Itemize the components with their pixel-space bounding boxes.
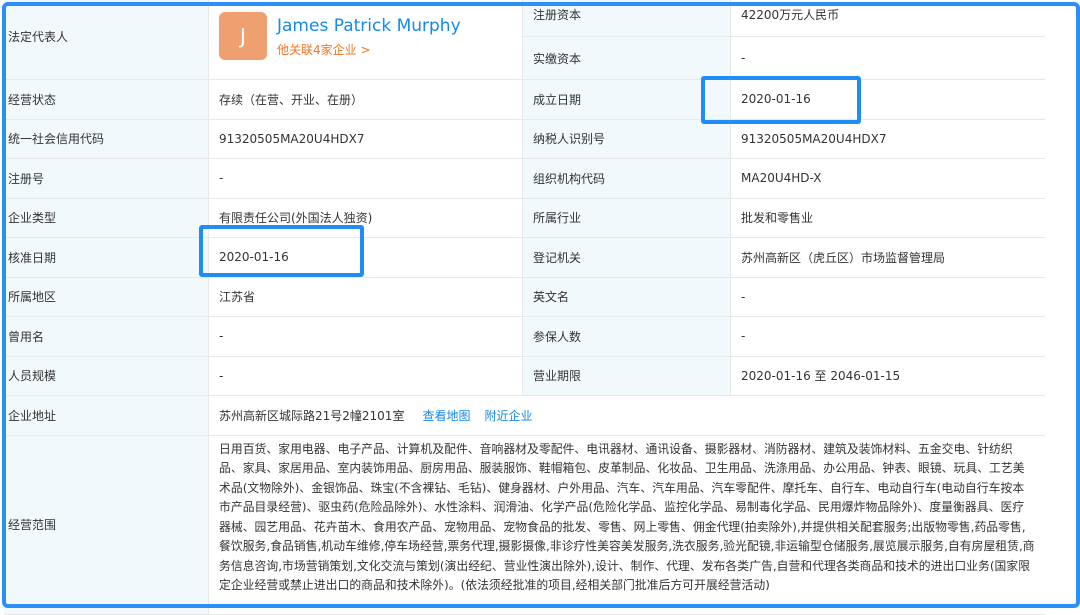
table-row: 所属地区 江苏省 英文名 - (4, 277, 1045, 317)
row-value: 91320505MA20U4HDX7 (731, 119, 1045, 158)
row-label: 登记机关 (523, 238, 731, 277)
row-value: 江苏省 (209, 277, 523, 316)
row-label: 曾用名 (4, 317, 209, 356)
paid-capital-value: - (731, 36, 1045, 79)
row-label: 成立日期 (523, 80, 731, 119)
company-info-table: 法定代表人 J James Patrick Murphy 他关联4家企业 > 注… (4, 0, 1045, 615)
row-value: 91320505MA20U4HDX7 (209, 119, 523, 158)
capital-values: 42200万元人民币 - (731, 0, 1045, 79)
approval-date-value: 2020-01-16 (209, 238, 523, 277)
scope-value: 日用百货、家用电器、电子产品、计算机及配件、音响器材及零配件、电讯器材、通讯设备… (209, 435, 1045, 614)
row-label: 营业期限 (523, 356, 731, 395)
address-cell: 苏州高新区城际路21号2幢2101室 查看地图 附近企业 (209, 396, 1045, 435)
legal-rep-name-link[interactable]: James Patrick Murphy (277, 15, 461, 37)
legal-rep-label: 法定代表人 (4, 0, 209, 79)
address-label: 企业地址 (4, 396, 209, 435)
address-row: 企业地址 苏州高新区城际路21号2幢2101室 查看地图 附近企业 (4, 396, 1045, 436)
row-value: 批发和零售业 (731, 198, 1045, 237)
row-label: 注册号 (4, 159, 209, 198)
reg-capital-label: 注册资本 (533, 8, 582, 22)
row-label: 英文名 (523, 277, 731, 316)
row-label: 统一社会信用代码 (4, 119, 209, 158)
row-value: - (209, 317, 523, 356)
row-label: 核准日期 (4, 238, 209, 277)
row-value: - (731, 277, 1045, 316)
row-value: 2020-01-16 至 2046-01-15 (731, 356, 1045, 395)
related-companies-link[interactable]: 他关联4家企业 > (277, 41, 461, 58)
table-row: 注册号 - 组织机构代码 MA20U4HD-X (4, 159, 1045, 199)
paid-capital-label: 实缴资本 (523, 36, 730, 79)
nearby-companies-link[interactable]: 附近企业 (484, 407, 532, 424)
row-label: 组织机构代码 (523, 159, 731, 198)
row-value: - (731, 317, 1045, 356)
table-row: 统一社会信用代码 91320505MA20U4HDX7 纳税人识别号 91320… (4, 119, 1045, 159)
view-map-link[interactable]: 查看地图 (422, 407, 470, 424)
avatar: J (219, 12, 267, 60)
table-row: 企业类型 有限责任公司(外国法人独资) 所属行业 批发和零售业 (4, 198, 1045, 238)
establish-date-value: 2020-01-16 (731, 80, 1045, 119)
row-label: 企业类型 (4, 198, 209, 237)
row-label: 人员规模 (4, 356, 209, 395)
row-label: 经营状态 (4, 80, 209, 119)
row-value: - (209, 159, 523, 198)
table-row: 人员规模 - 营业期限 2020-01-16 至 2046-01-15 (4, 356, 1045, 396)
legal-rep-cell: J James Patrick Murphy 他关联4家企业 > (209, 0, 523, 79)
table-row: 核准日期 2020-01-16 登记机关 苏州高新区（虎丘区）市场监督管理局 (4, 238, 1045, 278)
scope-label: 经营范围 (4, 435, 209, 614)
scope-row: 经营范围 日用百货、家用电器、电子产品、计算机及配件、音响器材及零配件、电讯器材… (4, 435, 1045, 615)
table-row: 曾用名 - 参保人数 - (4, 317, 1045, 357)
row-value: 有限责任公司(外国法人独资) (209, 198, 523, 237)
row-label: 纳税人识别号 (523, 119, 731, 158)
row-label: 所属行业 (523, 198, 731, 237)
row-value: MA20U4HD-X (731, 159, 1045, 198)
row-value: - (209, 356, 523, 395)
row-label: 所属地区 (4, 277, 209, 316)
table-row: 经营状态 存续（在营、开业、在册） 成立日期 2020-01-16 (4, 80, 1045, 120)
row-label: 参保人数 (523, 317, 731, 356)
capital-labels: 注册资本 实缴资本 (523, 0, 731, 79)
address-value: 苏州高新区城际路21号2幢2101室 (219, 408, 405, 423)
row-value: 苏州高新区（虎丘区）市场监督管理局 (731, 238, 1045, 277)
row-value: 存续（在营、开业、在册） (209, 80, 523, 119)
legal-rep-row: 法定代表人 J James Patrick Murphy 他关联4家企业 > 注… (4, 0, 1045, 80)
reg-capital-value: 42200万元人民币 (741, 8, 840, 22)
